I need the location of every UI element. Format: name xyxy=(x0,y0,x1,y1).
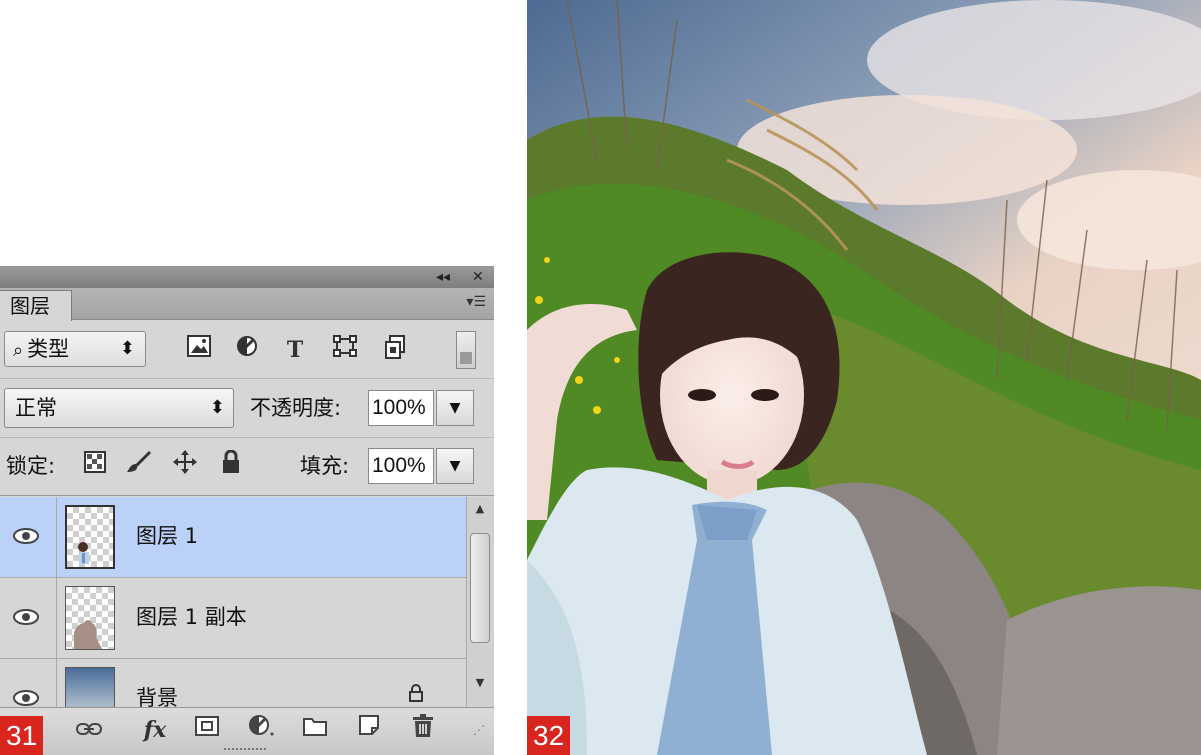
type-filter-icon[interactable]: T xyxy=(280,335,310,365)
eye-visibility-icon[interactable] xyxy=(12,525,40,547)
fill-label: 填充: xyxy=(300,454,350,478)
visibility-column xyxy=(0,659,57,707)
layer-thumbnail xyxy=(65,667,115,707)
fill-input[interactable]: 100% xyxy=(368,448,434,484)
smart-object-filter-icon[interactable] xyxy=(380,335,410,365)
opacity-input[interactable]: 100% xyxy=(368,390,434,426)
trash-icon[interactable] xyxy=(406,714,440,746)
select-arrows-icon: ⬍ xyxy=(209,397,225,418)
filter-kind-label: 类型 xyxy=(27,337,70,361)
visibility-column xyxy=(0,497,57,577)
close-panel-button[interactable]: ✕ xyxy=(472,268,484,286)
layer-name[interactable]: 背景 xyxy=(136,683,178,707)
panel-title-strip: ◂◂ ✕ xyxy=(0,266,494,288)
scroll-up-arrow-icon[interactable]: ▲ xyxy=(467,499,493,519)
panel-drag-grip[interactable] xyxy=(224,748,266,753)
fx-icon[interactable]: fx xyxy=(138,714,172,746)
search-icon: ⌕ xyxy=(13,340,24,361)
lock-transparent-pixels-icon[interactable] xyxy=(80,450,110,484)
photo-illustration xyxy=(527,0,1201,755)
collapse-panel-button[interactable]: ◂◂ xyxy=(436,268,450,286)
eye-visibility-icon[interactable] xyxy=(12,606,40,628)
scroll-down-arrow-icon[interactable]: ▼ xyxy=(467,673,493,693)
tab-layers[interactable]: 图层 xyxy=(0,290,72,321)
blend-mode-value: 正常 xyxy=(15,396,57,420)
layer-row-layer-1[interactable]: 图层 1 xyxy=(0,497,466,578)
lock-all-icon[interactable] xyxy=(216,449,246,484)
panel-menu-icon[interactable]: ▾☰ xyxy=(466,294,486,310)
opacity-label: 不透明度: xyxy=(250,396,342,420)
image-filter-icon[interactable] xyxy=(184,335,214,365)
layer-mask-icon[interactable] xyxy=(190,714,224,746)
panel-bottom-toolbar: fx ⋰ xyxy=(0,707,494,755)
lock-label: 锁定: xyxy=(6,454,56,478)
panel-tab-row: 图层 ▾☰ xyxy=(0,288,494,321)
layer-thumbnail xyxy=(65,505,115,569)
shape-filter-icon[interactable] xyxy=(330,335,360,365)
layer-list-scrollbar[interactable]: ▲ ▼ xyxy=(466,497,494,707)
layer-lock-icon xyxy=(408,683,424,707)
group-folder-icon[interactable] xyxy=(298,714,332,746)
layer-row-layer-1-copy[interactable]: 图层 1 副本 xyxy=(0,578,466,659)
composited-photo xyxy=(527,0,1201,755)
figure-label-31: 31 xyxy=(0,716,44,755)
filter-kind-select[interactable]: ⌕ 类型 ⬍ xyxy=(4,331,146,367)
layer-list: 图层 1 图层 1 副本 背景 xyxy=(0,497,466,707)
fill-dropdown-button[interactable]: ▼ xyxy=(436,448,474,484)
layer-thumbnail xyxy=(65,586,115,650)
adjustment-filter-icon[interactable] xyxy=(232,335,262,365)
filter-toggle-switch[interactable] xyxy=(456,331,476,369)
lock-position-icon[interactable] xyxy=(170,450,200,484)
figure-label-32: 32 xyxy=(527,716,571,755)
select-arrows-icon: ⬍ xyxy=(119,338,135,359)
layer-name[interactable]: 图层 1 副本 xyxy=(136,602,247,632)
new-layer-icon[interactable] xyxy=(352,714,386,746)
layer-name[interactable]: 图层 1 xyxy=(136,521,198,551)
blend-opacity-row: 正常 ⬍ 不透明度: 100% ▼ xyxy=(0,380,494,438)
layers-panel: ◂◂ ✕ 图层 ▾☰ ⌕ 类型 ⬍ T 正常 ⬍ 不透明度: 100% ▼ 锁定… xyxy=(0,266,494,755)
eye-visibility-icon[interactable] xyxy=(12,687,40,707)
blend-mode-select[interactable]: 正常 ⬍ xyxy=(4,388,234,428)
resize-grip-icon[interactable]: ⋰ xyxy=(462,714,494,746)
lock-fill-row: 锁定: 填充: 100% ▼ xyxy=(0,438,494,496)
link-layers-icon[interactable] xyxy=(72,714,106,746)
visibility-column xyxy=(0,578,57,658)
layer-filter-row: ⌕ 类型 ⬍ T xyxy=(0,321,494,379)
opacity-dropdown-button[interactable]: ▼ xyxy=(436,390,474,426)
layer-row-background[interactable]: 背景 xyxy=(0,659,466,707)
adjustment-layer-icon[interactable] xyxy=(244,714,278,746)
lock-image-pixels-icon[interactable] xyxy=(124,450,154,484)
scroll-thumb[interactable] xyxy=(470,533,490,643)
